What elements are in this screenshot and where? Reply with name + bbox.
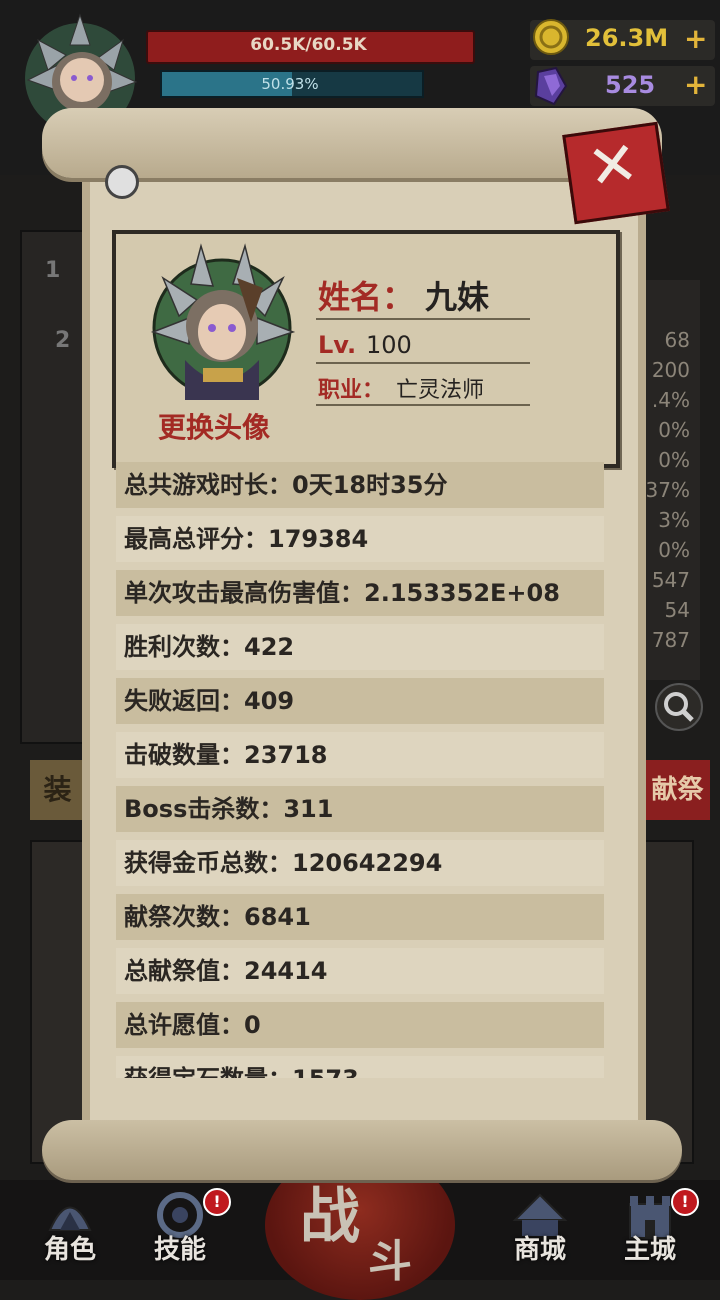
player-name: 九妹 [425,278,490,316]
battle-label-2: 斗 [368,1236,412,1287]
stat-value: 0天18时35分 [292,471,448,499]
stat-value: 6841 [244,903,311,931]
divider [316,362,530,364]
name-label: 姓名： [318,278,415,316]
stat-row: Boss击杀数：311 [116,786,604,832]
stat-value: 179384 [268,525,369,553]
stat-row: 胜利次数：422 [116,624,604,670]
stat-value: 23718 [244,741,328,769]
stat-row: 献祭次数：6841 [116,894,604,940]
stat-label: 失败返回： [124,687,244,715]
sacrifice-tab[interactable]: 献祭 [645,760,710,820]
right-stat-value: .4% [651,388,690,412]
stat-row: 单次攻击最高伤害值：2.153352E+08 [116,570,604,616]
nav-skill-button[interactable]: ! 技能 [135,1188,231,1270]
stat-label: 击破数量： [124,741,244,769]
stat-row: 最高总评分：179384 [116,516,604,562]
stat-row: 总许愿值：0 [116,1002,604,1048]
scroll-bottom-roll [42,1120,682,1180]
stat-label: 获得金币总数： [124,849,292,877]
stat-value: 311 [283,795,334,823]
player-level: 100 [366,331,412,359]
stat-value: 120642294 [292,849,443,877]
gold-coin-icon [533,19,569,55]
right-stat-value: 3% [658,508,690,532]
stat-row: 获得宝石数量：1573 [116,1056,604,1078]
add-gold-button[interactable]: + [684,22,707,55]
nav-shop-label: 商城 [513,1235,566,1265]
left-tab-1[interactable]: 1 [45,258,60,283]
stat-row: 总共游戏时长：0天18时35分 [116,462,604,508]
nav-skill-label: 技能 [153,1235,206,1265]
stat-row: 失败返回：409 [116,678,604,724]
nav-role-button[interactable]: 角色 [25,1190,115,1270]
nav-city-label: 主城 [623,1235,676,1265]
stat-label: 总共游戏时长： [124,471,292,499]
xp-text: 50.93% [261,75,319,93]
stat-label: 总许愿值： [124,1011,244,1039]
right-stat-value: 54 [664,598,690,622]
level-label: Lv. [318,331,357,359]
stat-label: 最高总评分： [124,525,268,553]
right-stat-value: 787 [651,628,690,652]
right-stat-value: 0% [658,538,690,562]
right-stat-value: 547 [651,568,690,592]
search-icon[interactable] [655,683,703,731]
stat-row: 获得金币总数：120642294 [116,840,604,886]
stat-value: 2.153352E+08 [364,579,560,607]
stat-label: Boss击杀数： [124,795,284,823]
hero-portrait[interactable] [145,240,300,410]
right-stat-value: 0% [658,418,690,442]
divider [316,318,530,320]
equipment-tab[interactable]: 装 [30,760,85,820]
add-gem-button[interactable]: + [684,68,707,101]
right-stat-value: 37% [645,478,690,502]
skill-alert-badge: ! [203,1188,231,1216]
gem-amount: 525 [605,71,656,99]
pin-icon [105,165,139,199]
stat-label: 献祭次数： [124,903,244,931]
stat-value: 1573 [292,1065,359,1078]
left-tab-2[interactable]: 2 [55,328,70,353]
stat-value: 24414 [244,957,328,985]
nav-role-label: 角色 [43,1235,96,1265]
stat-value: 409 [244,687,295,715]
stat-label: 胜利次数： [124,633,244,661]
purple-gem-icon [534,66,568,106]
nav-city-button[interactable]: ! 主城 [605,1188,699,1270]
close-icon[interactable]: ✕ [563,118,664,214]
stat-row: 总献祭值：24414 [116,948,604,994]
right-stat-value: 200 [651,358,690,382]
stat-label: 总献祭值： [124,957,244,985]
stat-label: 单次攻击最高伤害值： [124,579,364,607]
battle-label-1: 战 [300,1182,360,1252]
stat-value: 422 [244,633,295,661]
change-avatar-button[interactable]: 更换头像 [158,406,270,446]
class-label: 职业： [318,378,385,403]
stat-value: 0 [244,1011,261,1039]
stats-list[interactable]: 总共游戏时长：0天18时35分 最高总评分：179384 单次攻击最高伤害值：2… [116,462,604,1078]
nav-shop-button[interactable]: 商城 [495,1190,585,1270]
player-class: 亡灵法师 [396,378,485,403]
hp-text: 60.5K/60.5K [250,35,367,55]
right-stat-value: 0% [658,448,690,472]
right-stat-value: 68 [664,328,690,352]
divider [316,404,530,406]
stat-label: 获得宝石数量： [124,1065,292,1078]
stat-row: 击破数量：23718 [116,732,604,778]
gold-amount: 26.3M [585,24,669,52]
city-alert-badge: ! [671,1188,699,1216]
